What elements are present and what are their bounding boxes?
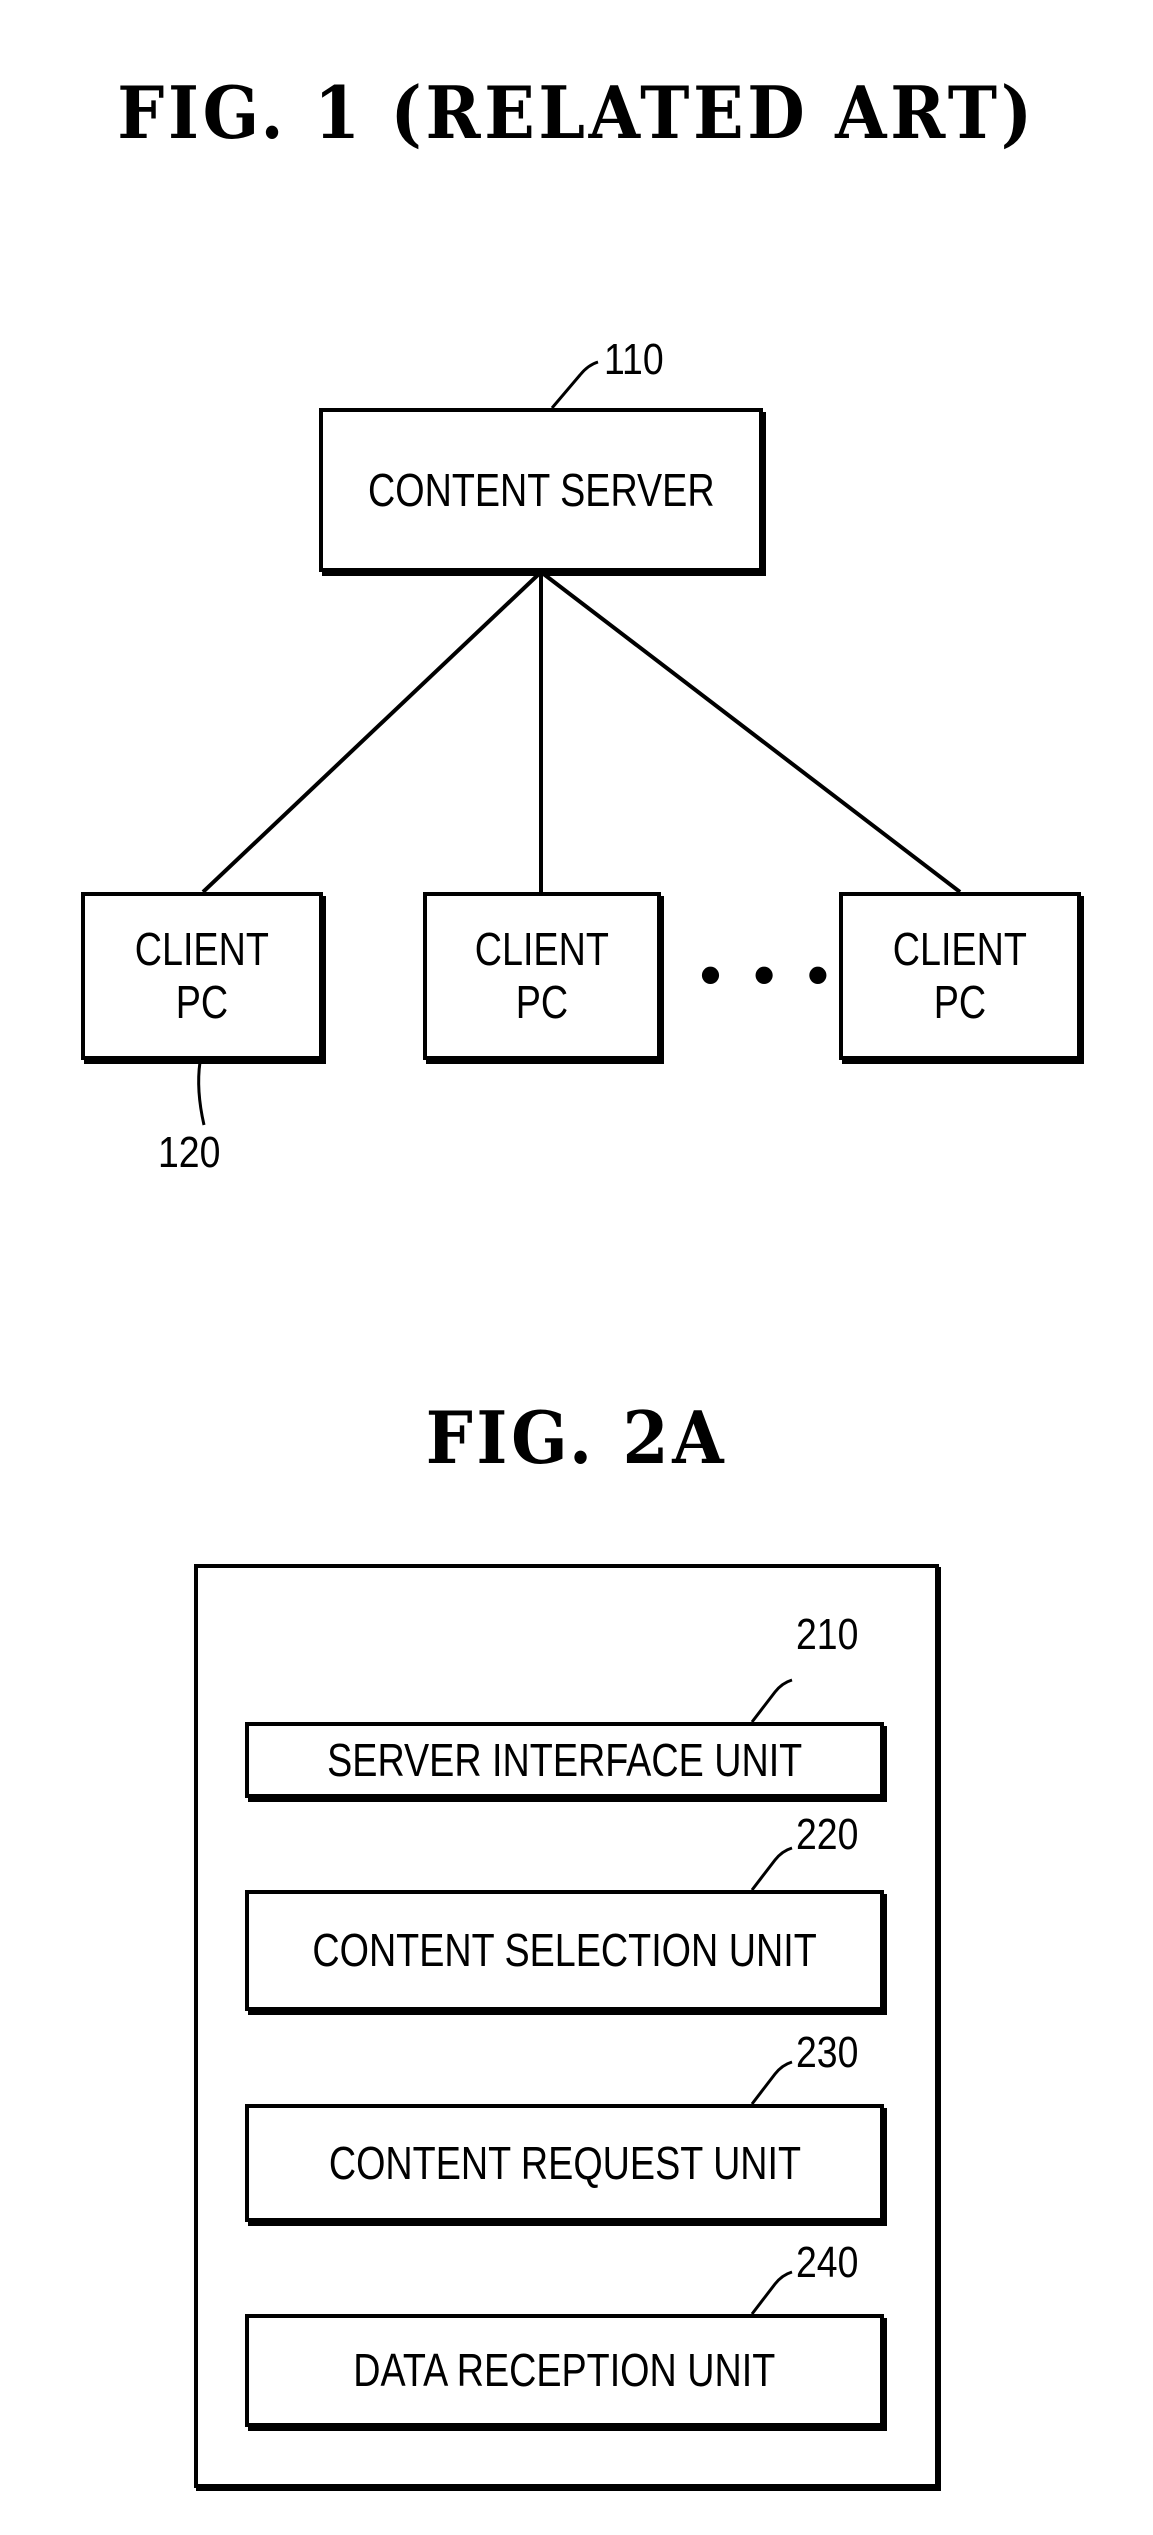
data-reception-unit-box: DATA RECEPTION UNIT xyxy=(245,2314,884,2427)
client-pc-box-3: CLIENT PC xyxy=(839,892,1081,1060)
unit-label: DATA RECEPTION UNIT xyxy=(353,2344,776,2397)
leader-line-110 xyxy=(550,360,599,409)
client-pc-box-1: CLIENT PC xyxy=(81,892,323,1060)
client-pc-label-line1: CLIENT xyxy=(474,923,610,976)
ref-240: 240 xyxy=(796,2238,859,2287)
ref-230: 230 xyxy=(796,2028,859,2077)
connector-server-client-1 xyxy=(201,570,543,894)
content-server-label: CONTENT SERVER xyxy=(367,463,715,516)
unit-label: CONTENT REQUEST UNIT xyxy=(328,2136,801,2189)
figure-2a-title: FIG. 2A xyxy=(425,1395,728,1480)
unit-label: CONTENT SELECTION UNIT xyxy=(312,1924,817,1977)
content-server-box: CONTENT SERVER xyxy=(319,408,763,572)
ref-120: 120 xyxy=(158,1128,221,1177)
connector-server-client-3 xyxy=(539,570,962,894)
client-pc-label-line1: CLIENT xyxy=(892,923,1028,976)
server-interface-unit-box: SERVER INTERFACE UNIT xyxy=(245,1722,884,1798)
ref-210: 210 xyxy=(796,1610,859,1659)
ref-110: 110 xyxy=(604,335,664,384)
client-pc-label-line2: PC xyxy=(933,976,987,1028)
content-selection-unit-box: CONTENT SELECTION UNIT xyxy=(245,1890,884,2011)
leader-line-120 xyxy=(197,1061,206,1126)
unit-label: SERVER INTERFACE UNIT xyxy=(326,1733,803,1786)
client-pc-box-2: CLIENT PC xyxy=(423,892,661,1060)
client-pc-label-line2: PC xyxy=(175,976,229,1028)
ellipsis-more-clients: • • • xyxy=(700,941,837,1008)
content-request-unit-box: CONTENT REQUEST UNIT xyxy=(245,2104,884,2222)
client-pc-label-line2: PC xyxy=(515,976,569,1028)
ref-220: 220 xyxy=(796,1810,859,1859)
client-pc-label-line1: CLIENT xyxy=(134,923,270,976)
